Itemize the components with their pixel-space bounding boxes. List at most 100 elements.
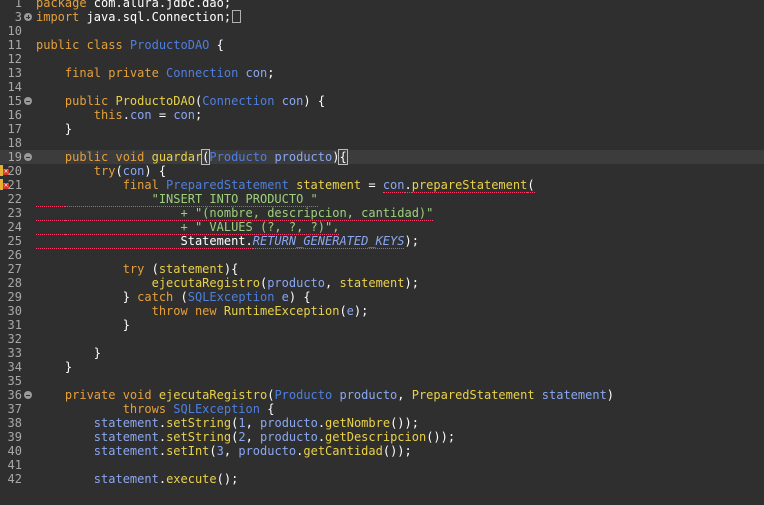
line-number: 37 <box>7 402 22 416</box>
code-token: ()); <box>390 416 419 430</box>
code-text: private void ejecutaRegistro(Producto pr… <box>36 388 614 402</box>
code-line[interactable]: 42 statement.execute(); <box>0 472 764 486</box>
code-text: } <box>36 346 101 360</box>
code-token: setString <box>166 430 232 444</box>
code-token: 1 <box>238 416 246 430</box>
code-line[interactable]: 18 <box>0 136 764 150</box>
code-line[interactable]: 10 <box>0 24 764 38</box>
line-number: 19 <box>7 150 22 164</box>
code-line[interactable]: 17 } <box>0 122 764 136</box>
code-text: } <box>36 122 72 136</box>
line-number: 40 <box>7 444 22 458</box>
code-token: } <box>36 318 130 332</box>
code-line[interactable]: 12 <box>0 52 764 66</box>
code-token: + "(nombre, descripcion, cantidad)" <box>64 206 434 221</box>
fold-collapse-icon[interactable] <box>24 391 32 399</box>
code-token: this <box>36 108 123 122</box>
code-line[interactable]: 13 final private Connection con; <box>0 66 764 80</box>
code-line[interactable]: 11 public class ProductoDAO { <box>0 38 764 52</box>
collapsed-imports-icon[interactable] <box>232 10 242 23</box>
code-token <box>36 220 65 235</box>
code-token: private void <box>36 388 159 402</box>
code-token: , <box>245 430 261 444</box>
code-token: } <box>36 360 73 374</box>
code-line[interactable]: 23 + "(nombre, descripcion, cantidad)" <box>0 206 764 221</box>
code-text: public ProductoDAO(Connection con) { <box>36 94 325 108</box>
code-token: . <box>317 416 326 430</box>
code-line[interactable]: 36 private void ejecutaRegistro(Producto… <box>0 388 764 402</box>
line-number: 32 <box>7 332 22 346</box>
code-token: { <box>259 402 275 416</box>
code-token: con <box>122 164 145 178</box>
code-line[interactable]: × 21 final PreparedStatement statement = … <box>0 178 764 193</box>
code-line[interactable]: 35 <box>0 374 764 388</box>
code-token: final <box>36 178 167 192</box>
line-number: 1 <box>14 0 22 10</box>
code-line[interactable]: 37 throws SQLException { <box>0 402 764 416</box>
code-line[interactable]: 28 ejecutaRegistro(producto, statement); <box>0 276 764 290</box>
code-token: . <box>158 472 167 486</box>
code-line[interactable]: 22 "INSERT INTO PRODUCTO " <box>0 192 764 207</box>
code-line[interactable]: 29 } catch (SQLException e) { <box>0 290 764 304</box>
code-token: ) { <box>288 290 311 304</box>
code-line[interactable]: 33 } <box>0 346 764 360</box>
line-number: 26 <box>7 248 22 262</box>
code-token: ( <box>151 262 159 276</box>
code-line[interactable]: 32 <box>0 332 764 346</box>
line-number: 34 <box>7 360 22 374</box>
code-text: } <box>36 360 72 374</box>
line-number: 38 <box>7 416 22 430</box>
line-number: 30 <box>7 304 22 318</box>
code-token: PreparedStatement <box>411 388 542 402</box>
code-line[interactable]: 38 statement.setString(1, producto.getNo… <box>0 416 764 430</box>
code-token: ProductoDAO <box>129 38 210 52</box>
line-number: 24 <box>7 220 22 234</box>
code-line[interactable]: 40 statement.setInt(3, producto.getCanti… <box>0 444 764 458</box>
line-number: 13 <box>7 66 22 80</box>
code-token: 3 <box>216 444 224 458</box>
line-number: 20 <box>7 164 22 178</box>
code-line[interactable]: 1 package com.alura.jdbc.dao; <box>0 0 764 10</box>
code-token: producto <box>260 430 318 444</box>
code-token: ); <box>404 276 419 290</box>
code-token: producto <box>238 444 297 458</box>
code-line[interactable]: 24 + " VALUES (?, ?, ?)", <box>0 220 764 235</box>
code-token: ); <box>404 234 419 248</box>
line-number: 23 <box>7 206 22 220</box>
fold-collapse-icon[interactable] <box>24 153 32 161</box>
code-line[interactable]: 31 } <box>0 318 764 332</box>
code-text: final private Connection con; <box>36 66 275 80</box>
code-text: this.con = con; <box>36 108 202 122</box>
code-token: producto <box>274 150 333 164</box>
code-line[interactable]: × 20 try(con) { <box>0 164 764 178</box>
code-line[interactable]: 30 throw new RuntimeException(e); <box>0 304 764 318</box>
code-token: getDescripcion <box>325 430 427 444</box>
code-token: 2 <box>238 430 246 444</box>
code-token: . <box>158 416 167 430</box>
fold-collapse-icon[interactable] <box>24 97 32 105</box>
code-line[interactable]: 41 <box>0 458 764 472</box>
code-token: , <box>325 276 340 290</box>
code-line[interactable]: 39 statement.setString(2, producto.getDe… <box>0 430 764 444</box>
code-line[interactable]: 14 <box>0 80 764 94</box>
code-line[interactable]: 34 } <box>0 360 764 374</box>
code-token: ejecutaRegistro <box>151 276 260 290</box>
code-text: + "(nombre, descripcion, cantidad)" <box>36 206 434 221</box>
code-line[interactable]: 15 public ProductoDAO(Connection con) { <box>0 94 764 108</box>
code-line[interactable]: 25 Statement.RETURN_GENERATED_KEYS); <box>0 234 764 249</box>
code-editor[interactable]: 1 package com.alura.jdbc.dao; 3 import java… <box>0 0 764 505</box>
code-text: } <box>36 318 130 332</box>
code-line[interactable]: 26 <box>0 248 764 262</box>
code-token: SQLException <box>187 290 282 304</box>
line-number: 12 <box>7 52 22 66</box>
code-token: ( <box>527 178 535 193</box>
code-line[interactable]: 19 public void guardar(Producto producto… <box>0 149 764 165</box>
code-line[interactable]: 27 try (statement){ <box>0 262 764 276</box>
code-line[interactable]: 16 this.con = con; <box>0 108 764 122</box>
code-token: ; <box>267 66 275 80</box>
line-number: 29 <box>7 290 22 304</box>
code-token: ejecutaRegistro <box>158 388 268 402</box>
code-token: . <box>122 108 130 122</box>
code-line[interactable]: 3 import java.sql.Connection; <box>0 10 764 24</box>
fold-expand-icon[interactable] <box>24 13 32 21</box>
